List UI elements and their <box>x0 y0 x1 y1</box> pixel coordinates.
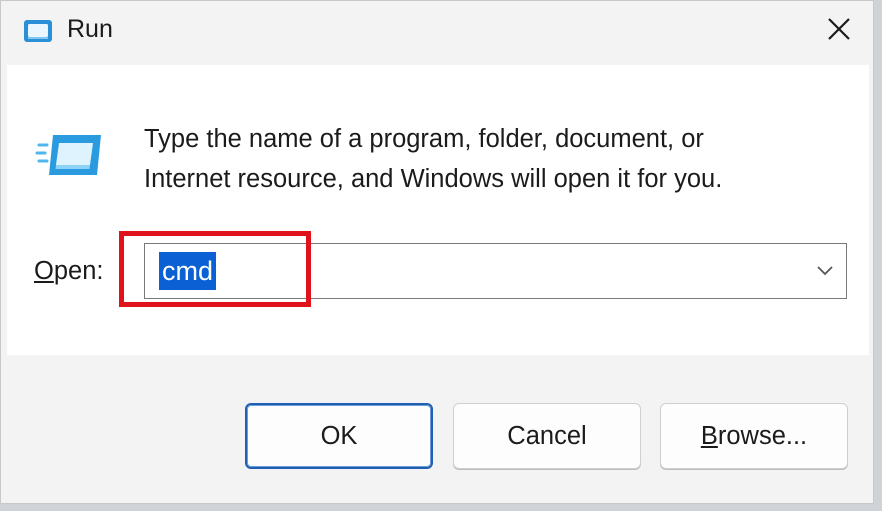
run-dialog-window: Run Type the name of a program, folder, … <box>0 0 874 504</box>
description-line: Type the name of a program, folder, docu… <box>144 125 704 153</box>
ok-button[interactable]: OK <box>245 403 433 469</box>
description-line: Internet resource, and Windows will open… <box>144 165 723 193</box>
open-label-mnemonic: O <box>34 257 54 285</box>
close-button[interactable] <box>813 9 865 53</box>
dialog-content: Type the name of a program, folder, docu… <box>7 65 869 355</box>
browse-button[interactable]: Browse... <box>660 403 848 469</box>
window-title: Run <box>67 15 113 43</box>
open-input-value[interactable]: cmd <box>159 252 217 290</box>
chevron-down-icon[interactable] <box>812 258 838 284</box>
open-label: Open: <box>34 257 103 286</box>
run-app-icon <box>35 131 105 179</box>
cancel-button[interactable]: Cancel <box>453 403 641 469</box>
title-bar[interactable]: Run <box>1 1 873 65</box>
close-icon <box>827 17 851 46</box>
run-app-icon <box>23 19 53 43</box>
open-combobox[interactable]: cmd <box>144 243 847 299</box>
dialog-description: Type the name of a program, folder, docu… <box>144 119 844 199</box>
open-label-text: pen: <box>53 257 104 285</box>
browse-label: rowse... <box>717 421 808 450</box>
browse-mnemonic: B <box>700 421 718 450</box>
